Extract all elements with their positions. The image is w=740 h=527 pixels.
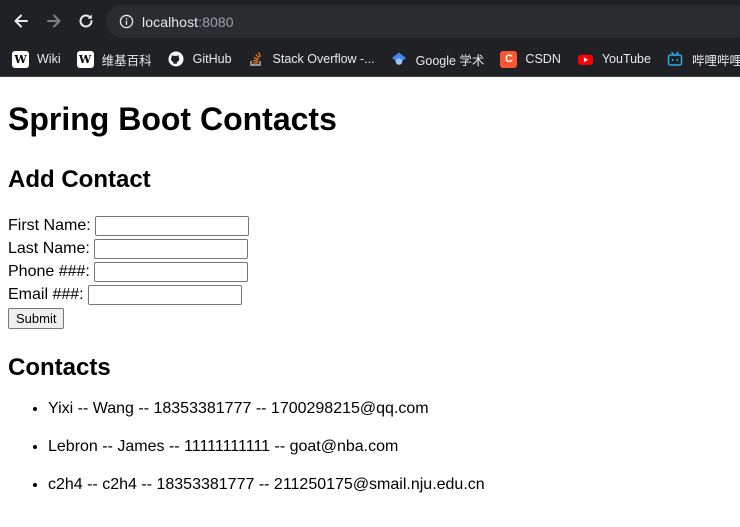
phone-row: Phone ###: bbox=[8, 260, 732, 283]
url-text: localhost:8080 bbox=[142, 14, 234, 30]
first-name-input[interactable] bbox=[94, 215, 249, 236]
bookmark-csdn[interactable]: C CSDN bbox=[500, 50, 561, 68]
bookmark-wikipedia-zh[interactable]: W 维基百科 bbox=[76, 50, 152, 69]
back-button[interactable] bbox=[7, 7, 35, 35]
email-label: Email ###: bbox=[8, 286, 84, 303]
last-name-label: Last Name: bbox=[8, 240, 90, 257]
forward-button[interactable] bbox=[40, 7, 68, 35]
first-name-label: First Name: bbox=[8, 217, 91, 234]
phone-input[interactable] bbox=[93, 261, 248, 282]
add-contact-form: First Name: Last Name: Phone ###: Email … bbox=[8, 214, 732, 330]
first-name-row: First Name: bbox=[8, 214, 732, 237]
browser-toolbar: localhost:8080 bbox=[0, 0, 740, 42]
bookmark-label: 哔哩哔哩 bbox=[691, 53, 740, 68]
arrow-left-icon bbox=[14, 14, 28, 28]
arrow-right-icon bbox=[47, 14, 61, 28]
contacts-heading: Contacts bbox=[8, 354, 111, 381]
page-title: Spring Boot Contacts bbox=[8, 101, 337, 137]
reload-icon bbox=[79, 14, 93, 28]
wikipedia-icon: W bbox=[12, 50, 29, 68]
bookmark-wiki[interactable]: W Wiki bbox=[12, 50, 61, 68]
browser-chrome: localhost:8080 W Wiki W 维基百科 GitHub Stac… bbox=[0, 0, 740, 77]
url-host: localhost bbox=[142, 13, 199, 30]
bilibili-icon bbox=[667, 51, 684, 68]
csdn-icon: C bbox=[500, 50, 518, 68]
bookmark-bilibili[interactable]: 哔哩哔哩 bbox=[667, 50, 740, 69]
list-item: Yixi -- Wang -- 18353381777 -- 170029821… bbox=[48, 398, 732, 420]
add-contact-heading: Add Contact bbox=[8, 166, 151, 193]
wikipedia-icon: W bbox=[76, 50, 94, 68]
bookmark-label: Stack Overflow -... bbox=[272, 52, 375, 66]
phone-label: Phone ###: bbox=[8, 263, 90, 280]
bookmark-label: GitHub bbox=[192, 52, 232, 66]
submit-button[interactable]: Submit bbox=[8, 308, 65, 329]
bookmark-label: Google 学术 bbox=[415, 53, 485, 68]
list-item: Lebron -- James -- 11111111111 -- goat@n… bbox=[48, 436, 732, 458]
info-icon[interactable] bbox=[118, 14, 134, 30]
bookmark-label: 维基百科 bbox=[101, 53, 152, 68]
list-item: c2h4 -- c2h4 -- 18353381777 -- 211250175… bbox=[48, 474, 732, 496]
bookmark-label: CSDN bbox=[525, 52, 561, 66]
last-name-row: Last Name: bbox=[8, 237, 732, 260]
bookmark-label: Wiki bbox=[37, 52, 61, 66]
github-icon bbox=[168, 51, 185, 68]
address-bar[interactable]: localhost:8080 bbox=[106, 5, 740, 38]
stackoverflow-icon bbox=[248, 51, 265, 68]
bookmark-github[interactable]: GitHub bbox=[168, 51, 232, 68]
reload-button[interactable] bbox=[72, 7, 100, 35]
bookmark-youtube[interactable]: YouTube bbox=[577, 51, 651, 68]
last-name-input[interactable] bbox=[93, 238, 248, 259]
page-content: Spring Boot Contacts Add Contact First N… bbox=[0, 101, 740, 496]
bookmark-stackoverflow[interactable]: Stack Overflow -... bbox=[248, 51, 375, 68]
email-input[interactable] bbox=[87, 284, 242, 305]
google-scholar-icon bbox=[391, 51, 408, 68]
url-port: :8080 bbox=[198, 13, 234, 30]
email-row: Email ###: bbox=[8, 283, 732, 306]
bookmark-label: YouTube bbox=[601, 52, 651, 66]
bookmark-google-scholar[interactable]: Google 学术 bbox=[391, 50, 485, 69]
contacts-list: Yixi -- Wang -- 18353381777 -- 170029821… bbox=[8, 398, 732, 496]
youtube-icon bbox=[577, 51, 594, 68]
bookmarks-bar: W Wiki W 维基百科 GitHub Stack Overflow -...… bbox=[0, 42, 740, 77]
